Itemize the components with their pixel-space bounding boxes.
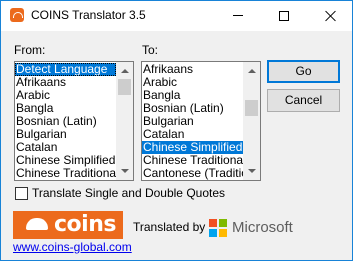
from-label: From: bbox=[14, 43, 46, 57]
coins-app-icon bbox=[10, 8, 24, 22]
maximize-icon bbox=[279, 11, 289, 21]
translate-quotes-label[interactable]: Translate Single and Double Quotes bbox=[32, 186, 225, 200]
minimize-button[interactable] bbox=[215, 1, 261, 31]
microsoft-brand-text: Microsoft bbox=[232, 219, 293, 236]
translator-window: COINS Translator 3.5 From: To: Detect La… bbox=[0, 0, 353, 261]
scroll-thumb[interactable] bbox=[245, 100, 258, 116]
translated-by-label: Translated by bbox=[133, 220, 206, 234]
window-title: COINS Translator 3.5 bbox=[31, 8, 146, 22]
to-list-scrollbar[interactable] bbox=[243, 62, 260, 180]
scroll-up-icon[interactable] bbox=[243, 62, 260, 79]
from-language-list[interactable]: Detect Language Afrikaans Arabic Bangla … bbox=[14, 61, 134, 181]
go-button[interactable]: Go bbox=[267, 60, 340, 83]
to-label: To: bbox=[142, 43, 159, 57]
title-bar: COINS Translator 3.5 bbox=[1, 1, 352, 31]
scroll-down-icon[interactable] bbox=[243, 163, 260, 180]
cloud-icon bbox=[26, 218, 48, 230]
cancel-button[interactable]: Cancel bbox=[267, 89, 340, 112]
to-language-list[interactable]: Afrikaans Arabic Bangla Bosnian (Latin) … bbox=[141, 61, 261, 181]
coins-logo: coins bbox=[13, 211, 123, 239]
close-button[interactable] bbox=[307, 1, 353, 31]
coins-brand-text: coins bbox=[54, 212, 116, 237]
scroll-up-icon[interactable] bbox=[116, 62, 133, 79]
list-item[interactable]: Cantonese (Traditional bbox=[142, 167, 260, 180]
scroll-thumb[interactable] bbox=[118, 79, 131, 95]
minimize-icon bbox=[233, 15, 243, 16]
maximize-button[interactable] bbox=[261, 1, 307, 31]
microsoft-logo-icon bbox=[209, 219, 227, 237]
website-link[interactable]: www.coins-global.com bbox=[13, 240, 132, 254]
scroll-down-icon[interactable] bbox=[116, 163, 133, 180]
from-list-scrollbar[interactable] bbox=[116, 62, 133, 180]
translate-quotes-checkbox[interactable] bbox=[15, 187, 28, 200]
list-item[interactable]: Chinese Traditional bbox=[15, 167, 119, 180]
